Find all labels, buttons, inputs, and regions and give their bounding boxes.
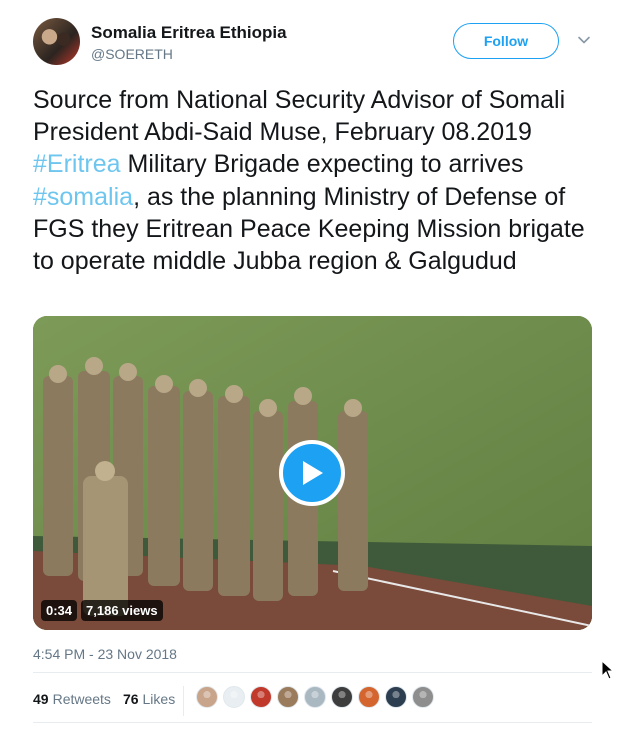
liker-avatar[interactable] (385, 686, 407, 708)
liker-avatar[interactable] (223, 686, 245, 708)
divider (33, 722, 592, 723)
author-handle[interactable]: @SOERETH (91, 46, 173, 62)
mouse-cursor-icon (601, 660, 615, 680)
liker-avatar[interactable] (250, 686, 272, 708)
hashtag-link[interactable]: #Eritrea (33, 150, 121, 178)
play-icon (303, 461, 323, 485)
likes-stat[interactable]: 76 Likes (123, 691, 175, 707)
tweet-text-segment: Source from National Security Advisor of… (33, 86, 566, 147)
liker-avatar[interactable] (331, 686, 353, 708)
liker-avatar[interactable] (277, 686, 299, 708)
likes-count: 76 (122, 691, 139, 707)
retweets-label: Retweets (52, 691, 111, 707)
tweet-text-segment: Military Brigade expecting to arrives (120, 150, 524, 179)
liker-avatar[interactable] (304, 686, 326, 708)
liker-avatar[interactable] (358, 686, 380, 708)
retweets-count: 49 (33, 691, 49, 707)
video-duration: 0:34 (41, 600, 78, 621)
tweet-header: Somalia Eritrea Ethiopia @SOERETH Follow (33, 18, 593, 68)
liker-avatars (196, 686, 434, 708)
chevron-down-icon[interactable] (576, 32, 592, 48)
likes-label: Likes (142, 691, 176, 707)
tweet-timestamp[interactable]: 4:54 PM - 23 Nov 2018 (33, 646, 177, 662)
retweets-stat[interactable]: 49 Retweets (33, 691, 111, 707)
liker-avatar[interactable] (196, 686, 218, 708)
video-views: 7,186 views (81, 600, 163, 621)
video-player[interactable]: 0:34 7,186 views (33, 316, 592, 630)
tweet-text: Source from National Security Advisor of… (33, 84, 593, 277)
play-button[interactable] (279, 440, 345, 506)
author-avatar[interactable] (33, 18, 80, 65)
follow-button[interactable]: Follow (453, 23, 559, 59)
stats-separator (183, 686, 184, 716)
engagement-stats: 49 Retweets 76 Likes (33, 685, 187, 713)
author-name[interactable]: Somalia Eritrea Ethiopia (91, 23, 287, 43)
video-badges: 0:34 7,186 views (41, 600, 163, 621)
liker-avatar[interactable] (412, 686, 434, 708)
hashtag-link[interactable]: #somalia (33, 183, 133, 211)
divider (33, 672, 592, 673)
